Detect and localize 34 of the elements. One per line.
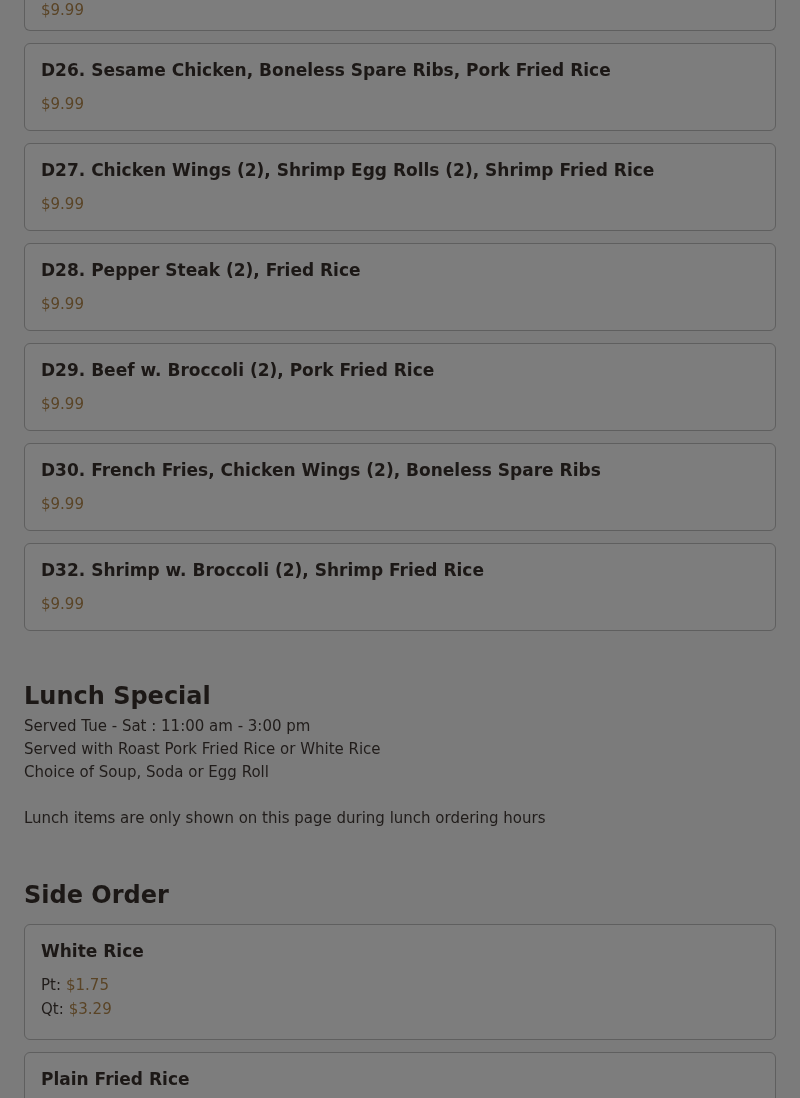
item-name: White Rice [41,940,145,963]
item-name: D27. Chicken Wings (2), Shrimp Egg Rolls (2), Shrimp Fried Rice [41,159,656,182]
menu-item-card[interactable]: D30. French Fries, Chicken Wings (2), Boneless Spare Ribs $9.99 [24,443,776,531]
menu-item-card[interactable]: D29. Beef w. Broccoli (2), Pork Fried Rice $9.99 [24,343,776,431]
item-price: $9.99 [41,494,85,514]
item-name: D32. Shrimp w. Broccoli (2), Shrimp Fried Rice [41,559,485,582]
menu-item-card[interactable]: D27. Chicken Wings (2), Shrimp Egg Rolls (2), Shrimp Fried Rice $9.99 [24,143,776,231]
item-name: D28. Pepper Steak (2), Fried Rice [41,259,362,282]
menu-item-card[interactable]: White Rice Pt: $1.75 Qt: $3.29 [24,924,776,1040]
item-name: D29. Beef w. Broccoli (2), Pork Fried Rice [41,359,436,382]
menu-item-card[interactable]: D28. Pepper Steak (2), Fried Rice $9.99 [24,243,776,331]
item-price: $3.29 [68,999,112,1019]
item-price: $9.99 [41,594,85,614]
size-label: Pt: [41,975,61,995]
item-price: $9.99 [41,194,85,214]
section-heading: Side Order [24,880,170,910]
item-price: $9.99 [41,0,85,20]
info-text: Served Tue - Sat : 11:00 am - 3:00 pm [24,716,312,737]
item-price: $9.99 [41,394,85,414]
item-name: D30. French Fries, Chicken Wings (2), Boneless Spare Ribs [41,459,602,482]
item-name: D26. Sesame Chicken, Boneless Spare Ribs, Pork Fried Rice [41,59,612,82]
info-text: Served with Roast Pork Fried Rice or White Rice [24,739,382,760]
info-text: Choice of Soup, Soda or Egg Roll [24,762,270,783]
menu-item-card[interactable]: $9.99 [24,0,776,31]
item-price: $9.99 [41,294,85,314]
size-label: Qt: [41,999,64,1019]
menu-item-card[interactable]: D32. Shrimp w. Broccoli (2), Shrimp Fried Rice $9.99 [24,543,776,631]
item-price: $9.99 [41,94,85,114]
item-price: $1.75 [66,975,109,995]
item-name: Plain Fried Rice [41,1068,191,1091]
menu-item-card[interactable]: D26. Sesame Chicken, Boneless Spare Ribs, Pork Fried Rice $9.99 [24,43,776,131]
menu-item-card[interactable]: Plain Fried Rice [24,1052,776,1098]
info-text: Lunch items are only shown on this page during lunch ordering hours [24,808,547,829]
section-heading: Lunch Special [24,681,212,711]
